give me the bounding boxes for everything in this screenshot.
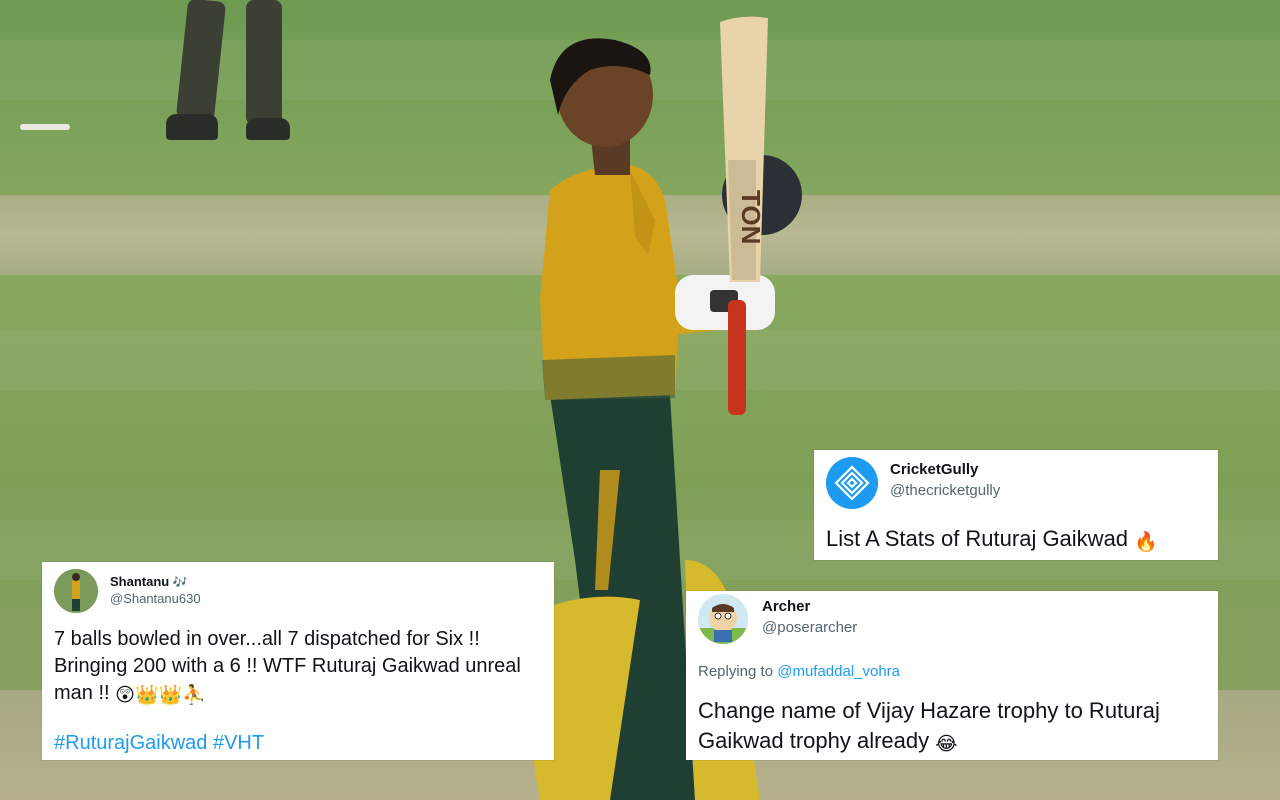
umpire-shoe xyxy=(246,118,290,140)
avatar[interactable] xyxy=(54,569,98,613)
tweet-author-handle[interactable]: @thecricketgully xyxy=(890,482,1000,499)
replying-to-link[interactable]: @mufaddal_vohra xyxy=(777,663,900,680)
umpire-shoe xyxy=(166,114,218,140)
music-notes-emoji-icon: 🎶 xyxy=(172,575,188,589)
svg-text:TON: TON xyxy=(736,190,766,244)
author-name-text: Shantanu xyxy=(110,574,170,589)
tweet-text-line-2: Bringing 200 with a 6 !! WTF Ruturaj Gai… xyxy=(54,655,521,677)
tweet-card-archer[interactable]: Archer @poserarcher Replying to @mufadda… xyxy=(686,591,1218,760)
replying-to-line: Replying to @mufaddal_vohra xyxy=(698,663,900,680)
tweet-text-line-1: Change name of Vijay Hazare trophy to Ru… xyxy=(698,698,1160,723)
tweet-card-shantanu[interactable]: Shantanu 🎶 @Shantanu630 7 balls bowled i… xyxy=(42,562,554,760)
tweet-text-line-2-content: Gaikwad trophy already xyxy=(698,728,930,753)
tweet-text-line-2: Gaikwad trophy already 😂 xyxy=(698,728,957,755)
fire-emoji-icon: 🔥 xyxy=(1134,532,1158,553)
crease-marker xyxy=(20,124,70,130)
laughing-emoji-icon: 😂 xyxy=(935,734,958,755)
tweet-text: List A Stats of Ruturaj Gaikwad 🔥 xyxy=(826,526,1158,553)
cricketgully-logo-icon xyxy=(826,457,878,509)
reaction-emojis-icon: 😲👑👑⛹️ xyxy=(115,685,206,706)
tweet-author-handle[interactable]: @Shantanu630 xyxy=(110,591,201,606)
tweet-text-line-1: 7 balls bowled in over...all 7 dispatche… xyxy=(54,628,480,650)
tweet-author-handle[interactable]: @poserarcher xyxy=(762,619,857,636)
umpire-leg xyxy=(246,0,282,125)
tweet-author-name[interactable]: Shantanu 🎶 xyxy=(110,572,188,592)
cartoon-avatar-icon xyxy=(698,594,748,644)
tweet-text-line-3: man !! 😲👑👑⛹️ xyxy=(54,680,206,706)
umpire-leg xyxy=(175,0,227,122)
tweet-card-cricketgully[interactable]: CricketGully @thecricketgully List A Sta… xyxy=(814,450,1218,560)
tweet-hashtags-link[interactable]: #RuturajGaikwad #VHT xyxy=(54,730,264,756)
avatar[interactable] xyxy=(698,594,748,644)
replying-to-prefix: Replying to xyxy=(698,663,774,680)
tweet-text-line-3-content: man !! xyxy=(54,682,110,704)
tweet-author-name[interactable]: CricketGully xyxy=(890,461,978,478)
avatar[interactable] xyxy=(826,457,878,509)
tweet-text-content: List A Stats of Ruturaj Gaikwad xyxy=(826,526,1129,551)
user-avatar-icon xyxy=(54,569,98,613)
tweet-author-name[interactable]: Archer xyxy=(762,598,810,615)
